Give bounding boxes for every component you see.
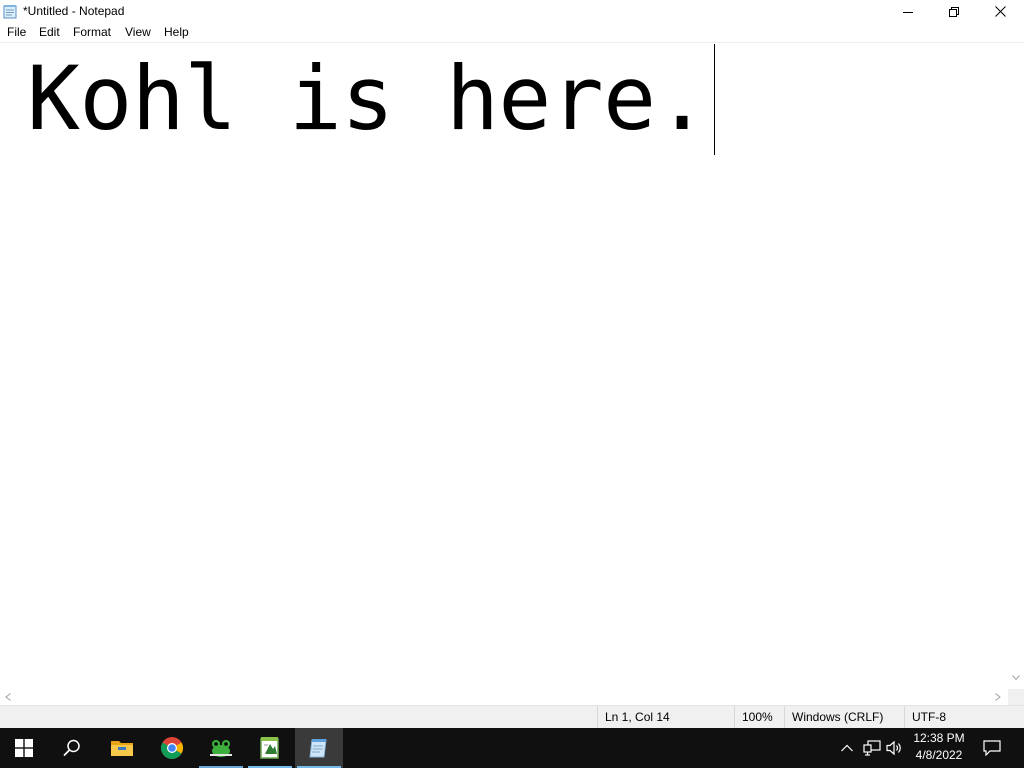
taskbar: 12:38 PM 4/8/2022 — [0, 728, 1024, 768]
notification-icon — [983, 740, 1001, 756]
menu-file[interactable]: File — [7, 25, 26, 40]
taskbar-clock[interactable]: 12:38 PM 4/8/2022 — [906, 730, 972, 766]
clock-date: 4/8/2022 — [915, 748, 963, 762]
taskbar-chrome[interactable] — [148, 728, 196, 768]
volume-tray-button[interactable] — [884, 728, 906, 768]
scroll-right-arrow-icon[interactable] — [995, 693, 1001, 701]
taskbar-notepad[interactable] — [295, 728, 343, 768]
restore-icon — [949, 6, 959, 17]
editor-content[interactable]: Kohl is here. — [27, 51, 709, 147]
taskbar-file-explorer[interactable] — [98, 728, 146, 768]
minimize-icon — [903, 11, 913, 13]
clock-time: 12:38 PM — [913, 731, 965, 745]
notepad-plus-plus-icon — [260, 737, 279, 759]
status-zoom: 100% — [734, 706, 784, 728]
status-encoding: UTF-8 — [904, 706, 1024, 728]
network-tray-button[interactable] — [861, 728, 883, 768]
window-title: *Untitled - Notepad — [23, 4, 125, 18]
notepad-app-icon[interactable] — [3, 4, 19, 19]
chrome-icon — [161, 737, 183, 759]
windows-start-icon — [15, 739, 33, 757]
search-icon — [63, 739, 80, 757]
vertical-scrollbar[interactable] — [1008, 43, 1024, 689]
action-center-button[interactable] — [980, 728, 1004, 768]
chevron-up-icon — [841, 744, 853, 752]
text-caret — [714, 44, 715, 155]
menu-edit[interactable]: Edit — [39, 25, 60, 40]
speaker-icon — [886, 740, 901, 756]
horizontal-scrollbar[interactable] — [0, 689, 1008, 705]
search-button[interactable] — [48, 728, 96, 768]
menu-bar: File Edit Format View Help — [0, 23, 1024, 42]
minimize-button[interactable] — [885, 0, 931, 23]
scrollbar-corner — [1008, 689, 1024, 705]
scroll-down-arrow-icon[interactable] — [1012, 675, 1020, 681]
network-icon — [863, 740, 881, 756]
scroll-left-arrow-icon[interactable] — [5, 693, 11, 701]
taskbar-frog-app[interactable] — [197, 728, 245, 768]
close-icon — [994, 6, 1006, 17]
menu-help[interactable]: Help — [164, 25, 189, 40]
taskbar-notepad-plus-plus[interactable] — [246, 728, 294, 768]
restore-button[interactable] — [931, 0, 977, 23]
close-button[interactable] — [977, 0, 1023, 23]
title-bar[interactable]: *Untitled - Notepad — [0, 0, 1024, 23]
menu-format[interactable]: Format — [73, 25, 111, 40]
status-bar: Ln 1, Col 14 100% Windows (CRLF) UTF-8 — [0, 705, 1024, 728]
status-cursor-position: Ln 1, Col 14 — [597, 706, 734, 728]
menu-view[interactable]: View — [125, 25, 151, 40]
status-line-ending: Windows (CRLF) — [784, 706, 904, 728]
notepad-window: *Untitled - Notepad File Edit Format Vie… — [0, 0, 1024, 728]
start-button[interactable] — [0, 728, 48, 768]
show-hidden-icons-button[interactable] — [838, 728, 856, 768]
frog-app-icon — [210, 740, 232, 757]
file-explorer-icon — [111, 741, 133, 756]
notepad-icon — [309, 739, 327, 758]
